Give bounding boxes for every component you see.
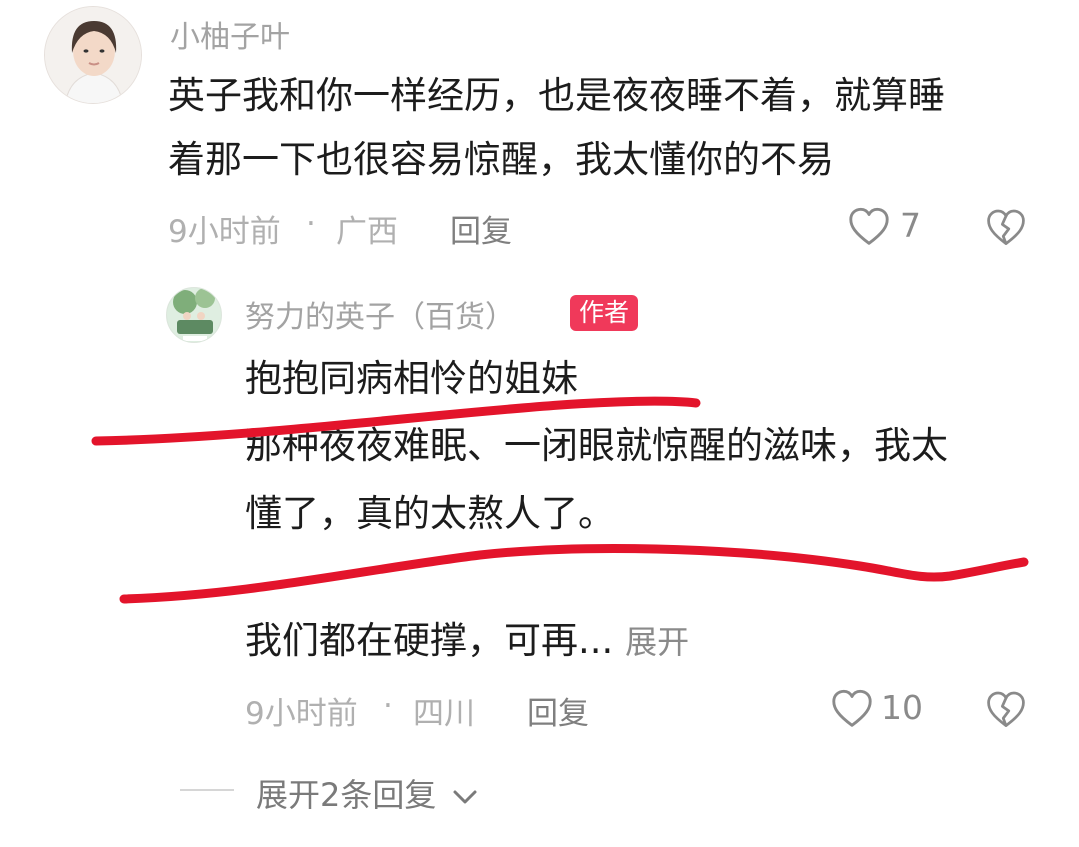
- annotation-overlay: [91, 396, 1029, 604]
- annotation-underline-2: [119, 544, 1029, 604]
- annotation-underline-1: [91, 396, 701, 446]
